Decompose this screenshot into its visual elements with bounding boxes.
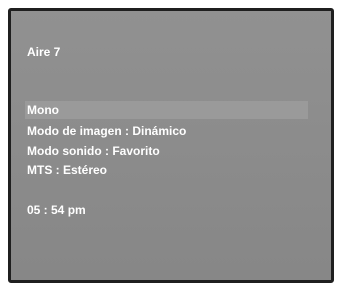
menu-item-mts[interactable]: MTS : Estéreo xyxy=(27,163,107,177)
menu-item-sound-mode[interactable]: Modo sonido : Favorito xyxy=(27,144,160,158)
menu-item-mono[interactable]: Mono xyxy=(27,103,59,117)
tv-osd-panel: Aire 7 Mono Modo de imagen : Dinámico Mo… xyxy=(8,8,334,283)
channel-label: Aire 7 xyxy=(27,45,61,59)
screen: Aire 7 Mono Modo de imagen : Dinámico Mo… xyxy=(0,0,344,287)
selected-row-highlight xyxy=(25,101,308,119)
menu-item-picture-mode[interactable]: Modo de imagen : Dinámico xyxy=(27,124,186,138)
clock-time: 05 : 54 pm xyxy=(27,203,86,217)
